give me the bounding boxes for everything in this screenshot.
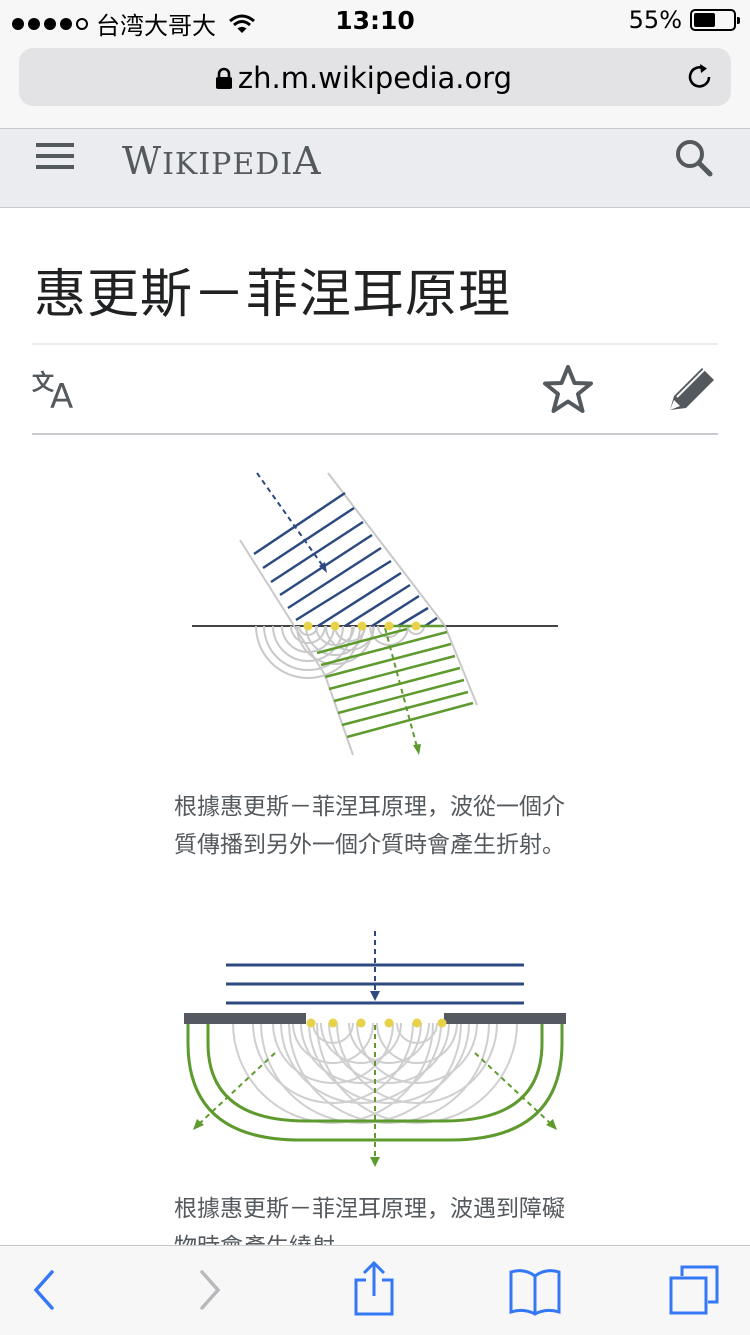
address-bar[interactable]: zh.m.wikipedia.org xyxy=(19,48,731,106)
tabs-icon[interactable] xyxy=(668,1264,720,1316)
battery-percent: 55% xyxy=(628,6,682,34)
share-icon[interactable] xyxy=(352,1260,396,1316)
book-icon[interactable] xyxy=(508,1268,562,1316)
wikipedia-logo[interactable]: WIKIPEDIA xyxy=(122,139,322,183)
figure-caption: 根據惠更斯－菲涅耳原理，波從一個介質傳播到另外一個介質時會產生折射。 xyxy=(174,794,565,858)
star-icon[interactable] xyxy=(542,364,594,416)
search-icon[interactable] xyxy=(674,138,714,178)
hamburger-menu-icon[interactable] xyxy=(36,141,74,173)
chevron-left-icon[interactable] xyxy=(30,1268,58,1312)
battery-group: 55% xyxy=(628,6,740,34)
url-text: zh.m.wikipedia.org xyxy=(237,61,513,95)
diffraction-diagram xyxy=(184,931,566,1167)
browser-toolbar xyxy=(0,1245,750,1335)
browser-bar: zh.m.wikipedia.org xyxy=(0,42,750,129)
battery-icon xyxy=(690,9,740,31)
status-bar: 台湾大哥大 13:10 55% xyxy=(0,0,750,42)
refraction-diagram xyxy=(192,472,558,756)
chevron-right-icon[interactable] xyxy=(196,1268,224,1312)
page-title: 惠更斯－菲涅耳原理 xyxy=(34,265,512,325)
wiki-header: WIKIPEDIA xyxy=(0,129,750,208)
reload-icon[interactable] xyxy=(685,62,715,92)
translate-icon[interactable]: 文 A xyxy=(32,368,86,410)
divider xyxy=(32,343,718,345)
pencil-icon[interactable] xyxy=(664,364,718,416)
svg-text:A: A xyxy=(50,377,73,410)
divider xyxy=(32,433,718,435)
